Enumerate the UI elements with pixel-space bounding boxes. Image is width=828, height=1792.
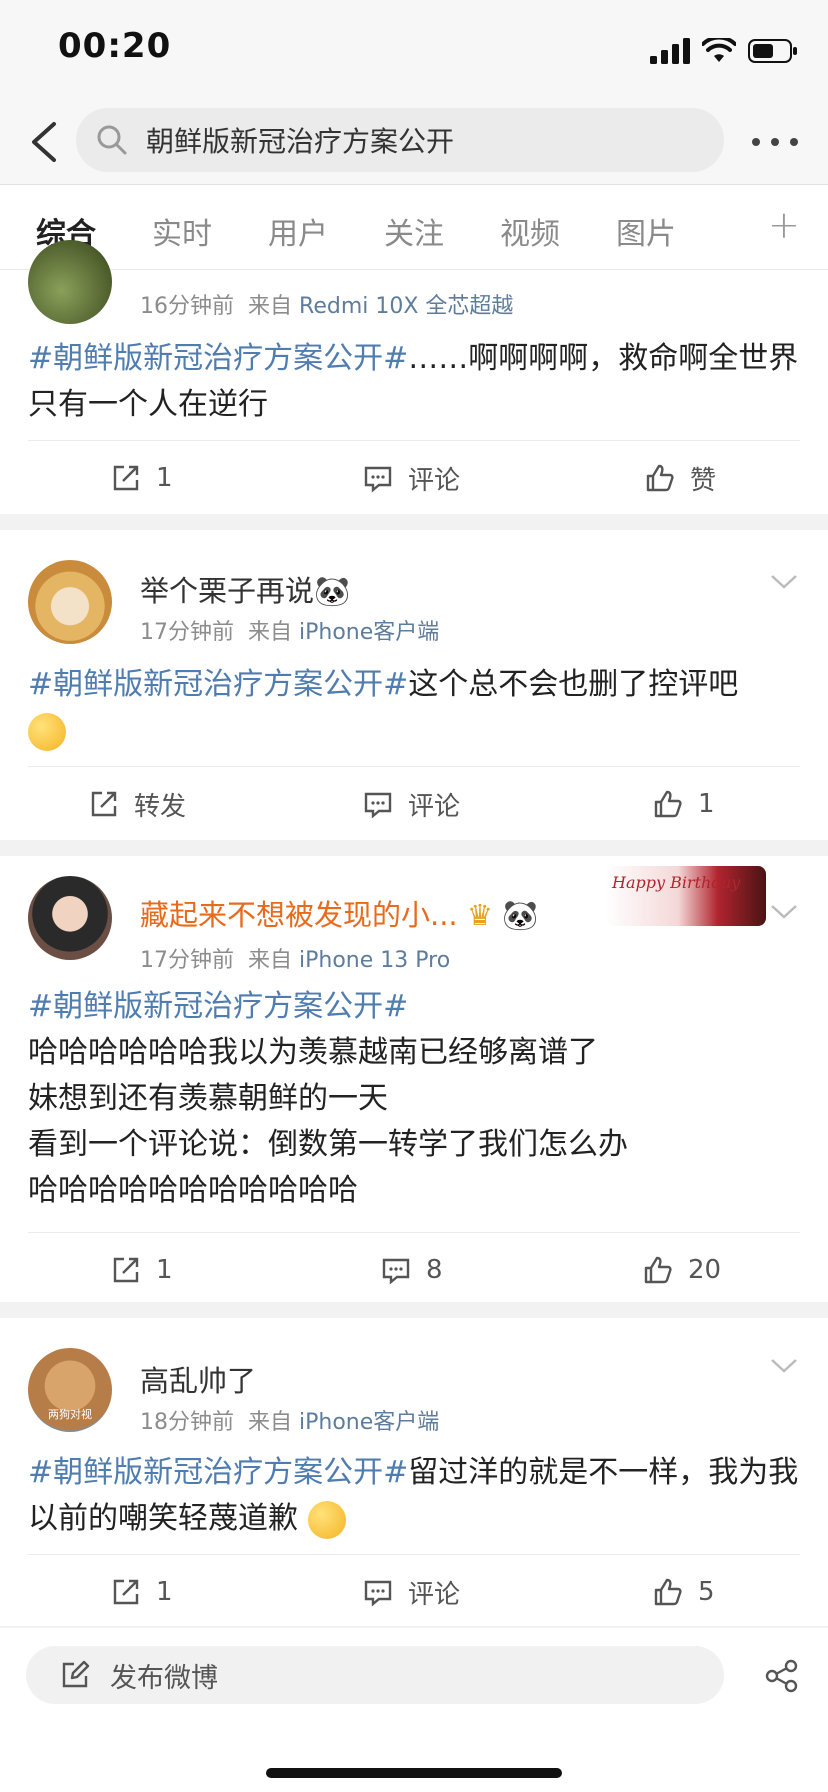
repost-button[interactable]: 转发 — [88, 767, 186, 841]
like-button[interactable]: 5 — [652, 1555, 715, 1629]
add-tab-icon[interactable]: + — [768, 203, 800, 247]
post-card: 举个栗子再说🐼 17分钟前 来自 iPhone客户端 #朝鲜版新冠治疗方案公开#… — [0, 530, 828, 840]
panda-icon: 🐼 — [502, 898, 539, 932]
search-query: 朝鲜版新冠治疗方案公开 — [146, 125, 455, 158]
post-actions: 1 8 20 — [28, 1232, 800, 1307]
bottom-bar: 发布微博 — [0, 1628, 828, 1792]
post-text: #朝鲜版新冠治疗方案公开#留过洋的就是不一样，我为我以前的嘲笑轻蔑道歉 — [28, 1450, 800, 1542]
status-time: 00:20 — [58, 26, 172, 66]
home-indicator[interactable] — [266, 1768, 562, 1778]
edit-icon — [62, 1660, 90, 1688]
comment-icon — [364, 1580, 392, 1607]
hashtag-link[interactable]: #朝鲜版新冠治疗方案公开# — [28, 1455, 408, 1490]
post-actions: 1 评论 5 — [28, 1554, 800, 1629]
comment-button[interactable]: 评论 — [362, 441, 460, 515]
comment-icon — [364, 466, 392, 493]
hashtag-link[interactable]: #朝鲜版新冠治疗方案公开# — [28, 341, 408, 376]
user-name[interactable]: 举个栗子再说🐼 — [140, 568, 350, 610]
post-meta: 17分钟前 来自 iPhone客户端 — [140, 620, 440, 645]
like-button[interactable]: 赞 — [644, 441, 716, 515]
repost-button[interactable]: 1 — [110, 1555, 173, 1629]
thumbs-up-icon — [654, 790, 682, 818]
tab-realtime[interactable]: 实时 — [152, 209, 212, 253]
battery-icon — [748, 39, 797, 63]
tab-videos[interactable]: 视频 — [500, 209, 560, 253]
post-actions: 1 评论 赞 — [28, 440, 800, 515]
crown-icon: ♛ — [466, 898, 493, 932]
top-header: 00:20 朝鲜版新冠治疗方案公开 — [0, 0, 828, 184]
user-avatar[interactable] — [28, 560, 112, 644]
more-options-icon[interactable] — [752, 122, 798, 162]
comment-icon — [364, 792, 392, 819]
compose-label: 发布微博 — [110, 1662, 218, 1694]
back-arrow-icon[interactable] — [26, 120, 62, 164]
comment-icon — [382, 1258, 410, 1285]
post-card: 16分钟前 来自 Redmi 10X 全芯超越 #朝鲜版新冠治疗方案公开#……啊… — [0, 240, 828, 515]
post-meta: 16分钟前 来自 Redmi 10X 全芯超越 — [140, 294, 514, 319]
sweat-smile-emoji-icon — [28, 712, 66, 751]
comment-button[interactable]: 评论 — [362, 1555, 460, 1629]
post-card: 藏起来不想被发现的小... ♛ 🐼 17分钟前 来自 iPhone 13 Pro… — [0, 856, 828, 1302]
repost-icon — [113, 1579, 139, 1605]
post-meta: 18分钟前 来自 iPhone客户端 — [140, 1410, 440, 1435]
birthday-badge: Happy Birthday — [606, 866, 766, 926]
repost-icon — [113, 465, 139, 491]
user-avatar[interactable] — [28, 240, 112, 324]
post-card: 两狗对视 高乱帅了 18分钟前 来自 iPhone客户端 #朝鲜版新冠治疗方案公… — [0, 1318, 828, 1626]
like-button[interactable]: 1 — [652, 767, 715, 841]
repost-icon — [113, 1257, 139, 1283]
tab-bar: 综合 实时 用户 关注 视频 图片 + — [0, 184, 828, 270]
cellular-signal-icon — [650, 38, 690, 64]
avatar-caption: 两狗对视 — [48, 1408, 92, 1421]
user-name[interactable]: 高乱帅了 — [140, 1358, 256, 1400]
thumbs-up-icon — [644, 1256, 672, 1284]
wifi-icon — [702, 38, 736, 62]
hashtag-link[interactable]: #朝鲜版新冠治疗方案公开# — [28, 667, 408, 702]
tab-users[interactable]: 用户 — [268, 209, 328, 253]
status-icons — [650, 34, 798, 68]
hashtag-link[interactable]: #朝鲜版新冠治疗方案公开# — [28, 989, 408, 1024]
post-actions: 转发 评论 1 — [28, 766, 800, 841]
comment-button[interactable]: 8 — [380, 1233, 443, 1307]
chevron-down-icon[interactable] — [770, 1358, 798, 1374]
repost-button[interactable]: 1 — [110, 441, 173, 515]
user-avatar[interactable]: 两狗对视 — [28, 1348, 112, 1432]
chevron-down-icon[interactable] — [770, 904, 798, 920]
user-name[interactable]: 藏起来不想被发现的小... ♛ 🐼 — [140, 892, 538, 934]
thumbs-up-icon — [654, 1578, 682, 1606]
user-avatar[interactable] — [28, 876, 112, 960]
repost-icon — [91, 791, 117, 817]
post-text: #朝鲜版新冠治疗方案公开# 哈哈哈哈哈哈我以为羡慕越南已经够离谱了 妹想到还有羡… — [28, 989, 628, 1208]
compose-post-button[interactable]: 发布微博 — [26, 1646, 724, 1704]
thumbs-up-icon — [646, 464, 674, 492]
tab-following[interactable]: 关注 — [384, 209, 444, 253]
post-meta: 17分钟前 来自 iPhone 13 Pro — [140, 948, 451, 973]
post-text: #朝鲜版新冠治疗方案公开#……啊啊啊啊，救命啊全世界只有一个人在逆行 — [28, 341, 799, 422]
chevron-down-icon[interactable] — [770, 574, 798, 590]
post-text: #朝鲜版新冠治疗方案公开#这个总不会也删了控评吧 — [28, 662, 800, 754]
tab-pictures[interactable]: 图片 — [616, 209, 676, 253]
search-icon — [97, 125, 127, 155]
comment-button[interactable]: 评论 — [362, 767, 460, 841]
share-icon[interactable] — [764, 1658, 800, 1694]
search-input[interactable]: 朝鲜版新冠治疗方案公开 — [76, 108, 724, 172]
like-button[interactable]: 20 — [642, 1233, 721, 1307]
repost-button[interactable]: 1 — [110, 1233, 173, 1307]
bowing-emoji-icon — [307, 1500, 346, 1539]
